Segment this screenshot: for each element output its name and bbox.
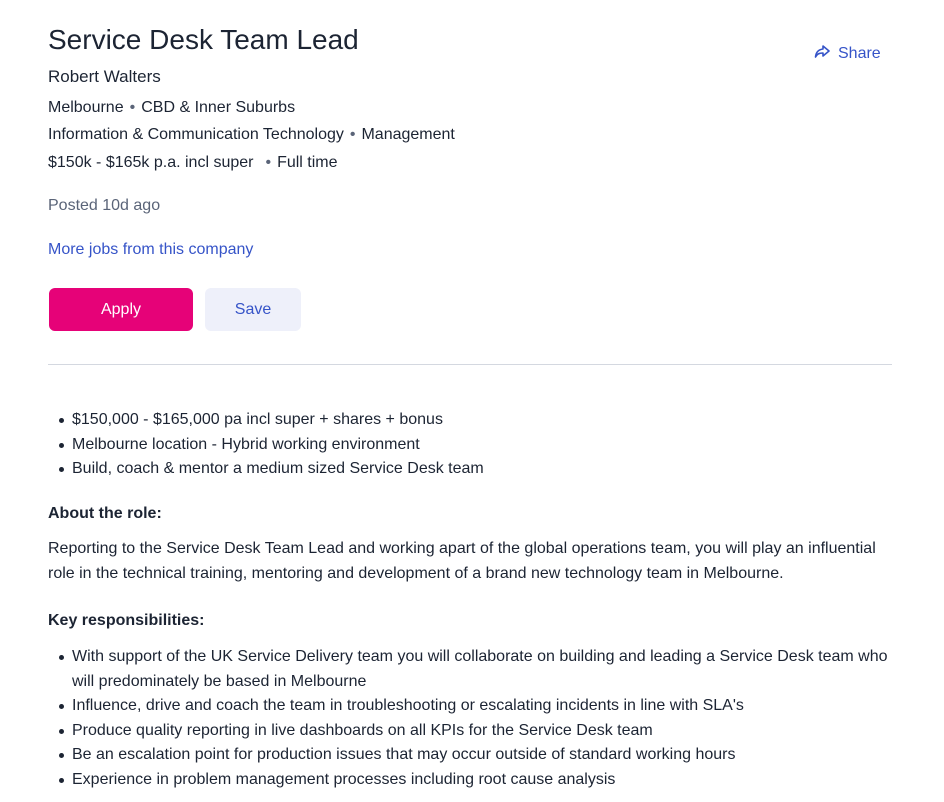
share-icon [814, 43, 830, 64]
list-item: Build, coach & mentor a medium sized Ser… [48, 457, 898, 482]
responsibilities-heading: Key responsibilities: [48, 612, 205, 629]
separator-dot: • [265, 154, 272, 171]
list-item: Be an escalation point for production is… [48, 743, 898, 768]
job-classification: Information & Communication Technology [48, 126, 344, 143]
job-salary: $150k - $165k p.a. incl super [48, 154, 254, 171]
share-button[interactable]: Share [814, 43, 881, 64]
list-item: Produce quality reporting in live dashbo… [48, 719, 898, 744]
save-button[interactable]: Save [205, 288, 301, 331]
list-item: Experience in problem management process… [48, 768, 898, 793]
list-item: Influence, drive and coach the team in t… [48, 694, 898, 719]
job-work-type: Full time [277, 154, 338, 171]
separator-dot: • [349, 126, 356, 143]
about-heading: About the role: [48, 505, 162, 522]
posted-date: Posted 10d ago [48, 197, 161, 214]
apply-button[interactable]: Apply [49, 288, 193, 331]
company-name: Robert Walters [48, 67, 161, 86]
job-area: CBD & Inner Suburbs [141, 99, 296, 116]
responsibilities-list: With support of the UK Service Delivery … [48, 645, 898, 792]
list-item: $150,000 - $165,000 pa incl super + shar… [48, 408, 898, 433]
list-item: With support of the UK Service Delivery … [48, 645, 898, 694]
job-title: Service Desk Team Lead [48, 24, 359, 55]
classification-line: Information & Communication Technology • M… [48, 126, 455, 144]
separator-dot: • [129, 99, 136, 116]
job-sub-classification: Management [361, 126, 455, 143]
location-line: Melbourne • CBD & Inner Suburbs [48, 99, 295, 117]
about-paragraph: Reporting to the Service Desk Team Lead … [48, 540, 876, 582]
salary-line: $150k - $165k p.a. incl super • Full time [48, 154, 338, 172]
more-jobs-link[interactable]: More jobs from this company [48, 241, 253, 259]
list-item: Melbourne location - Hybrid working envi… [48, 433, 898, 458]
highlights-list: $150,000 - $165,000 pa incl super + shar… [48, 408, 898, 482]
divider [48, 364, 892, 365]
job-details-page: Service Desk Team Lead Share Robert Walt… [0, 0, 944, 802]
share-label: Share [838, 44, 881, 62]
job-location: Melbourne [48, 99, 124, 116]
